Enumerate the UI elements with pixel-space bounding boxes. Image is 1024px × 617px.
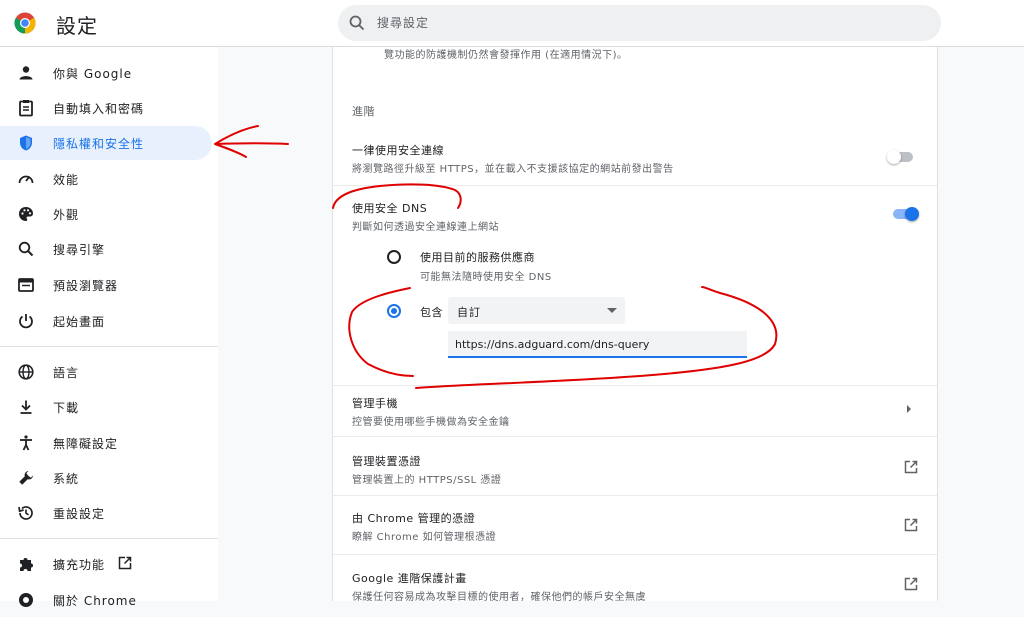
browser-icon — [18, 278, 34, 292]
manage-phones-row[interactable]: 管理手機 控管要使用哪些手機做為安全金鑰 — [333, 386, 937, 432]
dns-custom-radio[interactable] — [387, 304, 401, 318]
sidebar-item-downloads[interactable]: 下載 — [0, 390, 212, 424]
sidebar-item-system[interactable]: 系統 — [0, 461, 212, 495]
open-in-new-icon — [904, 460, 918, 474]
wrench-icon — [19, 471, 33, 485]
secure-dns-title: 使用安全 DNS — [352, 202, 428, 215]
https-only-description: 將瀏覽路徑升級至 HTTPS，並在載入不支援該協定的網站前發出警告 — [352, 164, 674, 175]
sidebar-item-label: 無障礙設定 — [53, 437, 119, 451]
chrome-logo-icon — [14, 12, 36, 34]
manage-certificates-row[interactable]: 管理裝置憑證 管理裝置上的 HTTPS/SSL 憑證 — [333, 437, 937, 495]
sidebar-item-performance[interactable]: 效能 — [0, 162, 212, 196]
sidebar-item-label: 預設瀏覽器 — [53, 279, 119, 293]
dns-custom-label: 包含 — [420, 306, 443, 319]
sidebar-item-search-engine[interactable]: 搜尋引擎 — [0, 232, 212, 266]
sidebar-item-label: 自動填入和密碼 — [53, 102, 145, 116]
sidebar-item-label: 起始畫面 — [53, 315, 106, 329]
safe-browsing-note: 覽功能的防護機制仍然會發揮作用 (在適用情況下)。 — [384, 50, 628, 61]
sidebar-item-about-chrome[interactable]: 關於 Chrome — [0, 583, 212, 617]
manage-phones-description: 控管要使用哪些手機做為安全金鑰 — [352, 417, 510, 428]
section-title-advanced: 進階 — [352, 105, 375, 118]
power-icon — [19, 314, 33, 329]
search-placeholder: 搜尋設定 — [377, 16, 430, 30]
https-only-title: 一律使用安全連線 — [352, 144, 444, 157]
manage-phones-title: 管理手機 — [352, 397, 398, 410]
sidebar-item-label: 外觀 — [53, 208, 80, 222]
speedometer-icon — [18, 175, 34, 184]
annotation-arrow — [214, 125, 289, 158]
dns-current-provider-description: 可能無法隨時使用安全 DNS — [420, 272, 552, 283]
settings-card: 覽功能的防護機制仍然會發揮作用 (在適用情況下)。 進階 一律使用安全連線 將瀏… — [332, 47, 938, 603]
search-input[interactable]: 搜尋設定 — [338, 5, 941, 41]
top-bar: 設定 搜尋設定 — [0, 0, 1024, 47]
open-in-new-icon — [904, 518, 918, 532]
open-in-new-icon — [118, 556, 132, 570]
palette-icon — [19, 207, 33, 221]
sidebar-item-appearance[interactable]: 外觀 — [0, 197, 212, 231]
https-only-toggle[interactable] — [887, 150, 915, 164]
history-icon — [18, 506, 33, 520]
accessibility-icon — [20, 435, 32, 451]
search-icon — [349, 15, 365, 31]
shield-icon — [20, 135, 32, 151]
sidebar-item-reset[interactable]: 重設設定 — [0, 496, 212, 530]
sidebar-item-label: 隱私權和安全性 — [53, 137, 145, 151]
advanced-protection-row[interactable]: Google 進階保護計畫 保護任何容易成為攻擊目標的使用者，確保他們的帳戶安全… — [333, 555, 937, 603]
sidebar-item-extensions[interactable]: 擴充功能 — [0, 547, 212, 581]
search-icon — [18, 241, 34, 257]
open-in-new-icon — [904, 577, 918, 591]
chrome-certificates-row[interactable]: 由 Chrome 管理的憑證 瞭解 Chrome 如何管理根憑證 — [333, 496, 937, 554]
sidebar-item-label: 效能 — [53, 173, 80, 187]
https-only-row[interactable]: 一律使用安全連線 將瀏覽路徑升級至 HTTPS，並在載入不支援該協定的網站前發出… — [333, 131, 937, 185]
chevron-right-icon — [907, 405, 911, 413]
dns-url-input[interactable]: https://dns.adguard.com/dns-query — [448, 331, 747, 358]
sidebar-item-languages[interactable]: 語言 — [0, 355, 212, 389]
puzzle-icon — [20, 558, 33, 571]
sidebar-item-label: 搜尋引擎 — [53, 243, 106, 257]
secure-dns-description: 判斷如何透過安全連線連上網站 — [352, 222, 499, 233]
manage-certificates-title: 管理裝置憑證 — [352, 455, 421, 468]
dropdown-caret-icon — [607, 308, 617, 313]
sidebar-item-label: 重設設定 — [53, 507, 106, 521]
sidebar-item-you-and-google[interactable]: 你與 Google — [0, 56, 212, 90]
secure-dns-toggle[interactable] — [891, 207, 919, 221]
sidebar-item-default-browser[interactable]: 預設瀏覽器 — [0, 268, 212, 302]
globe-icon — [18, 364, 34, 380]
chrome-certificates-description: 瞭解 Chrome 如何管理根憑證 — [352, 532, 497, 543]
page-title: 設定 — [56, 14, 98, 38]
dns-current-provider-label: 使用目前的服務供應商 — [420, 251, 535, 264]
sidebar-item-label: 你與 Google — [53, 67, 133, 81]
sidebar-item-autofill[interactable]: 自動填入和密碼 — [0, 91, 212, 125]
sidebar-item-on-startup[interactable]: 起始畫面 — [0, 304, 212, 338]
dns-provider-select-value: 自訂 — [457, 306, 481, 319]
sidebar-item-label: 擴充功能 — [53, 558, 106, 572]
sidebar-item-label: 下載 — [53, 401, 80, 415]
secure-dns-row[interactable]: 使用安全 DNS 判斷如何透過安全連線連上網站 — [333, 186, 937, 242]
dns-provider-select[interactable]: 自訂 — [448, 297, 625, 324]
sidebar-item-label: 系統 — [53, 472, 80, 486]
clipboard-icon — [19, 100, 33, 117]
manage-certificates-description: 管理裝置上的 HTTPS/SSL 憑證 — [352, 475, 502, 486]
sidebar-divider — [0, 346, 218, 347]
sidebar-divider — [0, 538, 218, 539]
dns-url-value: https://dns.adguard.com/dns-query — [455, 338, 650, 351]
chrome-certificates-title: 由 Chrome 管理的憑證 — [352, 512, 476, 525]
download-icon — [20, 400, 32, 414]
sidebar-item-label: 語言 — [53, 366, 80, 380]
sidebar-item-accessibility[interactable]: 無障礙設定 — [0, 426, 212, 460]
advanced-protection-title: Google 進階保護計畫 — [352, 572, 467, 585]
sidebar-item-privacy-security[interactable]: 隱私權和安全性 — [0, 126, 212, 160]
person-icon — [19, 66, 33, 80]
sidebar: 你與 Google 自動填入和密碼 隱私權和安全性 效能 外觀 搜尋引擎 預設瀏… — [0, 47, 218, 608]
dns-current-provider-radio[interactable] — [387, 250, 401, 264]
chrome-icon — [19, 593, 33, 607]
